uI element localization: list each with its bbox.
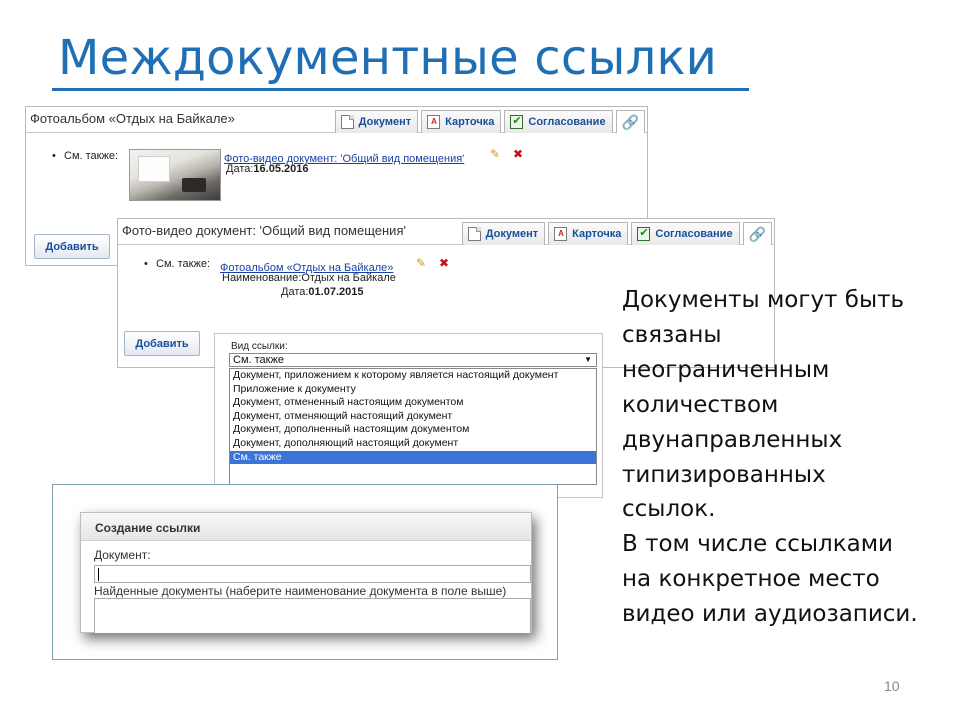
- body-line: на конкретное место: [622, 566, 880, 593]
- tab-label: Документ: [358, 116, 412, 128]
- tab-links[interactable]: 🔗: [742, 222, 772, 245]
- tab-approval[interactable]: Согласование: [504, 110, 613, 133]
- tab-label: Карточка: [445, 116, 495, 128]
- create-link-dialog: Создание ссылки Документ: Найденные доку…: [80, 512, 532, 633]
- option[interactable]: Документ, отмененный настоящим документо…: [230, 396, 596, 410]
- tab-card[interactable]: Карточка: [421, 110, 502, 133]
- option[interactable]: Документ, отменяющий настоящий документ: [230, 410, 596, 424]
- see-also-label: См. также:: [64, 150, 118, 162]
- edit-pencil-icon[interactable]: ✎: [416, 256, 426, 270]
- document-icon: [467, 227, 481, 241]
- option[interactable]: Документ, дополненный настоящим документ…: [230, 423, 596, 437]
- date-row: Дата:01.07.2015: [281, 286, 363, 298]
- body-line: В том числе ссылками: [622, 531, 894, 558]
- date-label: Дата:: [281, 286, 309, 298]
- tab-label: Согласование: [528, 116, 606, 128]
- date-value: 01.07.2015: [308, 286, 364, 298]
- link-type-select[interactable]: См. также ▼: [229, 353, 597, 367]
- document-search-input[interactable]: [94, 565, 531, 583]
- option[interactable]: Документ, дополняющий настоящий документ: [230, 437, 596, 451]
- tab-approval[interactable]: Согласование: [631, 222, 740, 245]
- name-row: Наименование:Отдых на Байкале: [222, 272, 396, 284]
- tab-label: Документ: [485, 228, 539, 240]
- option[interactable]: Приложение к документу: [230, 383, 596, 397]
- title-underline: [52, 88, 749, 91]
- body-line: связаны: [622, 321, 722, 348]
- delete-icon[interactable]: ✖: [513, 147, 523, 161]
- tab-links[interactable]: 🔗: [615, 110, 645, 133]
- document-label: Документ:: [94, 548, 151, 562]
- tab-label: Карточка: [572, 228, 622, 240]
- found-documents-label: Найденные документы (наберите наименован…: [94, 584, 507, 598]
- window-title: Фото-видео документ: 'Общий вид помещени…: [122, 223, 406, 238]
- document-icon: [340, 115, 354, 129]
- delete-icon[interactable]: ✖: [439, 256, 449, 270]
- tab-bar: Документ Карточка Согласование 🔗: [461, 222, 772, 245]
- body-line: количеством: [622, 391, 779, 418]
- add-button[interactable]: Добавить: [124, 331, 200, 356]
- window-title: Фотоальбом «Отдых на Байкале»: [30, 111, 235, 126]
- window-header: Фото-видео документ: 'Общий вид помещени…: [118, 219, 774, 245]
- body-line: типизированных: [622, 461, 826, 488]
- chain-link-icon: 🔗: [748, 225, 766, 242]
- bullet: •: [144, 258, 148, 270]
- dialog-title: Создание ссылки: [95, 521, 201, 535]
- checkbox-icon: [510, 114, 524, 129]
- tab-card[interactable]: Карточка: [548, 222, 629, 245]
- tab-document[interactable]: Документ: [334, 110, 419, 133]
- name-label: Наименование:: [222, 272, 302, 284]
- slide-body-text: Документы могут быть связаны неограничен…: [622, 283, 918, 632]
- dropdown-arrow-icon[interactable]: ▼: [584, 354, 592, 366]
- found-documents-list[interactable]: [94, 598, 531, 633]
- edit-pencil-icon[interactable]: ✎: [490, 147, 500, 161]
- checkbox-icon: [637, 226, 651, 241]
- tab-label: Согласование: [655, 228, 733, 240]
- body-line: ссылок.: [622, 496, 716, 523]
- card-icon: [554, 227, 568, 241]
- body-line: Документы могут быть: [622, 287, 905, 313]
- date-value: 16.05.2016: [253, 163, 309, 175]
- select-value: См. также: [233, 354, 284, 366]
- bullet: •: [52, 150, 56, 162]
- chain-link-icon: 🔗: [621, 113, 639, 130]
- page-number: 10: [884, 678, 900, 694]
- link-type-options: Документ, приложением к которому являетс…: [229, 368, 597, 485]
- window-header: Фотоальбом «Отдых на Байкале» Документ К…: [26, 107, 647, 133]
- dialog-header: Создание ссылки: [81, 513, 531, 541]
- slide-title: Междокументные ссылки: [58, 30, 718, 86]
- see-also-label: См. также:: [156, 258, 210, 270]
- tab-document[interactable]: Документ: [461, 222, 546, 245]
- tab-bar: Документ Карточка Согласование 🔗: [334, 110, 645, 133]
- link-type-label: Вид ссылки:: [231, 341, 288, 352]
- date-label: Дата:: [226, 163, 254, 175]
- photo-thumbnail[interactable]: [129, 149, 221, 201]
- body-line: неограниченным: [622, 356, 830, 383]
- option[interactable]: Документ, приложением к которому являетс…: [230, 369, 596, 383]
- date-row: Дата:16.05.2016: [226, 163, 308, 175]
- name-value: Отдых на Байкале: [301, 272, 396, 284]
- body-line: двунаправленных: [622, 426, 843, 453]
- card-icon: [427, 115, 441, 129]
- add-button[interactable]: Добавить: [34, 234, 110, 259]
- option-selected[interactable]: См. также: [230, 450, 596, 465]
- link-type-panel: Вид ссылки: См. также ▼ Документ, прилож…: [214, 333, 603, 498]
- body-line: видео или аудиозаписи.: [622, 601, 918, 628]
